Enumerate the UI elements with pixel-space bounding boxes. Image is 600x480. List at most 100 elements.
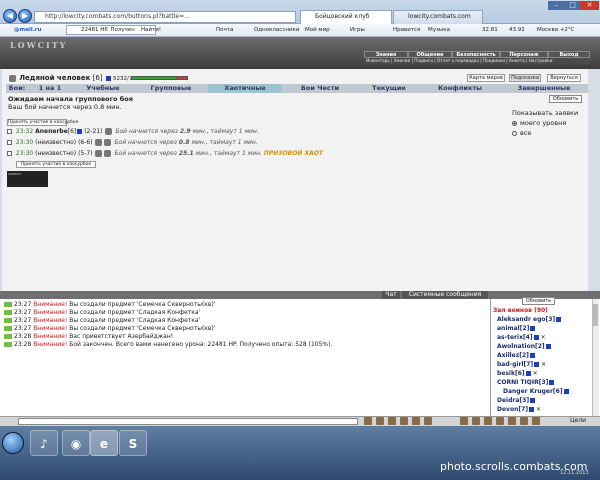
player-row[interactable]: Aleksandr ego[3] (497, 315, 562, 324)
clear-icon[interactable] (376, 417, 384, 425)
scroll-thumb[interactable] (593, 304, 598, 326)
player-name[interactable]: animal (497, 325, 520, 332)
tab-system-messages[interactable]: Системные сообщения (402, 291, 488, 299)
info-icon[interactable] (549, 380, 555, 385)
mail-link[interactable]: Почта (216, 24, 233, 36)
player-row[interactable]: Awolnation[2] (497, 342, 551, 351)
player-row[interactable]: Axillez[2] (497, 351, 535, 360)
info-icon[interactable] (525, 371, 531, 376)
color-icon[interactable] (400, 417, 408, 425)
forward-icon[interactable]: ▶ (18, 9, 32, 23)
return-button[interactable]: Вернуться (547, 74, 581, 82)
info-icon[interactable] (534, 362, 540, 367)
skype-icon[interactable]: S (119, 430, 147, 456)
player-row[interactable]: besik[6] ✕ (497, 369, 538, 378)
ie-icon[interactable]: e (90, 430, 118, 456)
sub-menu[interactable]: Инвентарь | Умения | Подвиги | Отчет о п… (364, 58, 590, 64)
info-icon[interactable] (533, 335, 539, 340)
radio-my-level[interactable] (512, 120, 517, 126)
skills-icon[interactable] (484, 417, 492, 425)
info-icon[interactable] (105, 75, 111, 81)
tab-current[interactable]: Текущие (358, 84, 420, 93)
menu-communication[interactable]: Общение (408, 51, 452, 58)
refresh-button[interactable]: Обновить (549, 95, 582, 103)
counter-banner[interactable]: LOWCITY (7, 171, 48, 187)
player-name[interactable]: Aleksandr ego (497, 316, 545, 323)
info-icon[interactable] (556, 317, 562, 322)
tab-lowcity[interactable]: lowcity.combats.com (393, 10, 483, 24)
player-name[interactable]: bad-girl (497, 361, 524, 368)
info-icon[interactable] (77, 129, 83, 134)
games-link[interactable]: Игры (350, 24, 365, 36)
hint-button[interactable]: Подсказка (509, 74, 541, 82)
close-icon[interactable]: ✕ (580, 1, 599, 10)
tab-chaotic[interactable]: Хаотичные (208, 84, 282, 93)
player-name[interactable]: as-terix (497, 334, 523, 341)
battle-checkbox[interactable] (7, 151, 12, 156)
quests-icon[interactable] (532, 417, 540, 425)
smile-icon[interactable] (364, 417, 372, 425)
tab-combats[interactable]: Бойцовский клуб (300, 10, 392, 24)
tab-conflicts[interactable]: Конфликты (422, 84, 498, 93)
player-row[interactable]: Deidra[3] (497, 396, 536, 405)
minimize-icon[interactable]: – (548, 1, 565, 10)
tab-1v1[interactable]: 1 на 1 (30, 84, 70, 93)
menu-knowledge[interactable]: Знания (364, 51, 408, 58)
search-button[interactable]: Найти! (141, 24, 161, 36)
player-name[interactable]: Axillez (497, 352, 519, 359)
filter-icon[interactable] (388, 417, 396, 425)
char-icon[interactable] (460, 417, 468, 425)
player-row[interactable]: animal[2] (497, 324, 536, 333)
address-bar[interactable]: http://lowcity.combats.com/buttons.pl?ba… (34, 11, 296, 23)
back-icon[interactable]: ◀ (3, 9, 17, 23)
info-icon[interactable] (530, 398, 536, 403)
music-link[interactable]: Музыка (428, 24, 450, 36)
player-name[interactable]: besik (497, 370, 515, 377)
friends-icon[interactable] (508, 417, 516, 425)
player-row[interactable]: Devon[7] ✕ (497, 405, 541, 414)
player-row[interactable]: Danger Kruger[6] (503, 387, 569, 396)
send-icon[interactable] (424, 417, 432, 425)
battle-leader[interactable]: Anenerbe (35, 128, 68, 135)
map-icon[interactable] (496, 417, 504, 425)
join-button-bottom[interactable]: Принять участие в хаосурбое (16, 161, 96, 168)
player-name[interactable]: Danger Kruger (503, 388, 553, 395)
player-row[interactable]: CORNI TIQIR[3] (497, 378, 555, 387)
chat-input[interactable] (18, 418, 358, 425)
radio-all[interactable] (512, 130, 517, 136)
menu-exit[interactable]: Выход (548, 51, 590, 58)
moimir-link[interactable]: Мой мир (305, 24, 330, 36)
room-refresh-button[interactable]: Обновить (522, 297, 555, 305)
ok-link[interactable]: Одноклассники (254, 24, 299, 36)
player-name[interactable]: CORNI TIQIR (497, 379, 539, 386)
maximize-icon[interactable]: □ (565, 1, 580, 10)
inventory-icon[interactable] (472, 417, 480, 425)
tab-chat[interactable]: Чат (382, 291, 400, 299)
player-name[interactable]: Devon (497, 406, 518, 413)
like-link[interactable]: Нравится (393, 24, 420, 36)
battle-checkbox[interactable] (7, 129, 12, 134)
tab-group[interactable]: Групповые (136, 84, 206, 93)
info-icon[interactable] (529, 353, 535, 358)
tab-finished[interactable]: Завершенные (500, 84, 588, 93)
chrome-icon[interactable]: ◉ (62, 430, 90, 456)
info-icon[interactable] (563, 389, 569, 394)
world-map-button[interactable]: Карта миров (467, 74, 505, 82)
exit-button[interactable]: Цели (570, 417, 586, 425)
tab-honor[interactable]: Бои Чести (284, 84, 356, 93)
join-button-top[interactable]: Принять участие в хаосурбое (7, 119, 78, 126)
battle-checkbox[interactable] (7, 140, 12, 145)
menu-character[interactable]: Персонаж (500, 51, 548, 58)
player-row[interactable]: as-terix[4] ✕ (497, 333, 546, 342)
menu-security[interactable]: Безопасность (452, 51, 500, 58)
player-row[interactable]: bad-girl[7] ✕ (497, 360, 546, 369)
player-name[interactable]: Deidra (497, 397, 519, 404)
windows-start-icon[interactable] (2, 432, 24, 454)
mail-icon[interactable] (520, 417, 528, 425)
info-icon[interactable] (545, 344, 551, 349)
character-name[interactable]: Ледяной человек (19, 74, 90, 82)
player-name[interactable]: Awolnation (497, 343, 535, 350)
info-icon[interactable] (529, 407, 535, 412)
translit-icon[interactable] (412, 417, 420, 425)
info-icon[interactable] (530, 326, 536, 331)
